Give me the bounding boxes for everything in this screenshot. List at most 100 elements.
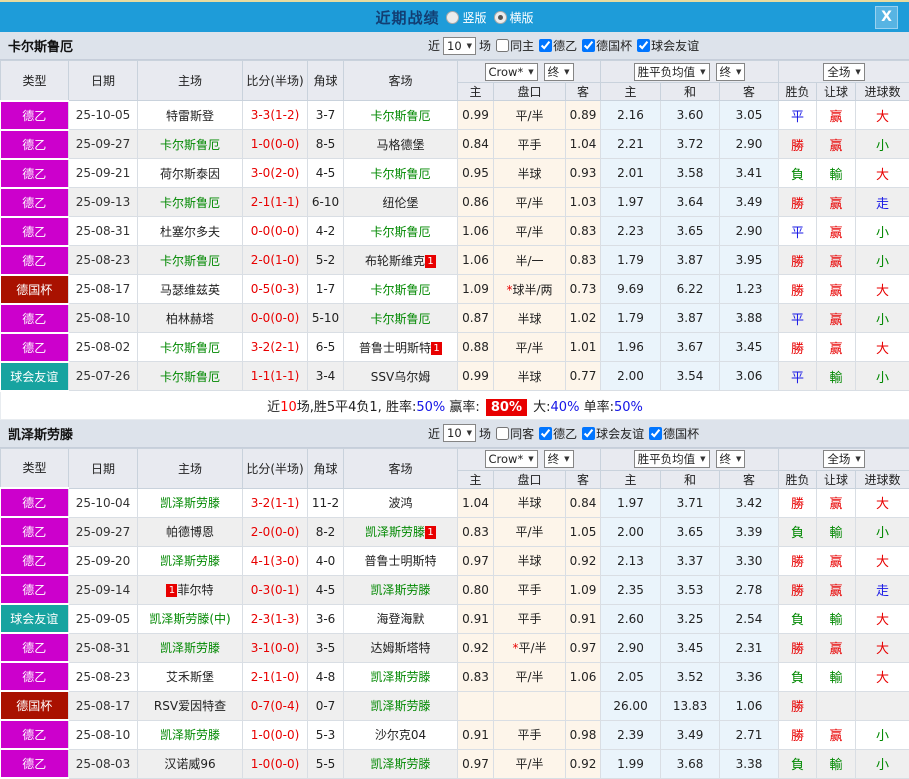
avg-away-cell: 3.30 [720,546,779,575]
avg-away-cell: 2.90 [720,217,779,246]
corners-cell: 5-3 [308,720,344,749]
filter-checkbox[interactable] [582,427,595,440]
scope-select[interactable]: 全场▼ [823,63,864,81]
wdl-result-cell: 勝 [779,275,817,304]
vertical-layout-label[interactable]: 竖版 [462,9,486,26]
select-value: Crow* [489,452,524,466]
column-header: 主场 [138,61,243,101]
filter-item-0[interactable]: 同主 [496,37,534,54]
filter-checkbox[interactable] [637,39,650,52]
filter-item-1[interactable]: 德乙 [539,37,577,54]
away-team-cell: 海登海默 [344,604,458,633]
wdl-result-cell: 勝 [779,575,817,604]
titlebar: 近期战绩 竖版 横版 X [0,2,909,32]
goals-result-cell: 大 [856,275,909,304]
avg-metric-select[interactable]: 胜平负均值▼ [634,450,710,468]
handicap-cell: 平/半 [494,217,566,246]
odds-final-select[interactable]: 终▼ [544,63,574,81]
home-team-cell: 凯泽斯劳滕 [138,546,243,575]
league-type-cell: 德乙 [1,517,69,546]
filter-checkbox[interactable] [539,39,552,52]
goals-result-cell: 大 [856,101,909,130]
avg-draw-cell: 3.54 [661,362,720,391]
filter-checkbox[interactable] [496,427,509,440]
away-odds-cell: 0.77 [566,362,601,391]
column-subheader: 主 [601,470,661,488]
odds-final-select[interactable]: 终▼ [544,450,574,468]
corners-cell: 11-2 [308,488,344,517]
scope-select[interactable]: 全场▼ [823,450,864,468]
home-odds-cell: 0.88 [458,333,494,362]
home-team-cell: 凯泽斯劳滕 [138,720,243,749]
filter-checkbox[interactable] [649,427,662,440]
avg-draw-cell: 3.25 [661,604,720,633]
team-name: 凯泽斯劳滕 [370,670,430,684]
handicap-cell: 平/半 [494,517,566,546]
filter-item-0[interactable]: 同客 [496,425,534,442]
score-cell: 3-2(2-1) [243,333,308,362]
match-row: 德乙25-09-27帕德博恩2-0(0-0)8-2凯泽斯劳滕10.83平/半1.… [1,517,909,546]
column-header: 类型 [1,448,69,488]
away-odds-cell: 1.04 [566,130,601,159]
home-odds-cell: 0.83 [458,517,494,546]
home-team-cell: 凯泽斯劳滕 [138,488,243,517]
avg-final-select[interactable]: 终▼ [716,450,746,468]
avg-draw-cell: 3.72 [661,130,720,159]
score-cell: 0-3(0-1) [243,575,308,604]
home-odds-cell: 0.97 [458,546,494,575]
league-type-cell: 德乙 [1,246,69,275]
goals-result-cell: 小 [856,720,909,749]
match-count-select[interactable]: 10▼ [443,37,476,55]
match-count-select[interactable]: 10▼ [443,424,476,442]
filter-checkbox[interactable] [539,427,552,440]
home-team-cell: 荷尔斯泰因 [138,159,243,188]
filter-checkbox[interactable] [582,39,595,52]
avg-final-select[interactable]: 终▼ [716,63,746,81]
filter-item-3[interactable]: 球会友谊 [637,37,699,54]
team-name: 卡尔斯鲁厄 [160,370,220,384]
home-team-cell: 杜塞尔多夫 [138,217,243,246]
vertical-layout-radio[interactable] [446,11,459,24]
avg-draw-cell: 3.67 [661,333,720,362]
wdl-result-cell: 勝 [779,246,817,275]
horizontal-layout-label[interactable]: 横版 [510,9,534,26]
column-subheader: 客 [566,470,601,488]
horizontal-layout-radio[interactable] [494,11,507,24]
filter-item-1[interactable]: 德乙 [539,425,577,442]
goals-result-cell: 小 [856,362,909,391]
filter-item-2[interactable]: 德国杯 [582,37,632,54]
goals-result-cell: 大 [856,488,909,517]
handicap-cell: 平/半 [494,188,566,217]
handicap-cell: 半球 [494,546,566,575]
score-cell: 3-2(1-1) [243,488,308,517]
wdl-result-cell: 勝 [779,488,817,517]
corners-cell: 4-2 [308,217,344,246]
bookmaker-select[interactable]: Crow*▼ [485,63,538,81]
filter-item-2[interactable]: 球会友谊 [582,425,644,442]
handicap-cell: 半球 [494,304,566,333]
avg-home-cell: 1.99 [601,749,661,778]
filter-checkbox[interactable] [496,39,509,52]
handicap-result-cell: 赢 [817,246,856,275]
team-name: 帕德博恩 [166,525,214,539]
avg-home-cell: 2.13 [601,546,661,575]
filter-item-3[interactable]: 德国杯 [649,425,699,442]
away-team-cell: 普鲁士明斯特 [344,546,458,575]
close-icon[interactable]: X [875,6,898,29]
avg-draw-cell: 3.45 [661,633,720,662]
home-team-cell: 卡尔斯鲁厄 [138,246,243,275]
home-team-cell: 柏林赫塔 [138,304,243,333]
bookmaker-select[interactable]: Crow*▼ [485,450,538,468]
match-row: 球会友谊25-07-26卡尔斯鲁厄1-1(1-1)3-4SSV乌尔姆0.99半球… [1,362,909,391]
away-odds-cell: 0.91 [566,604,601,633]
avg-draw-cell: 3.87 [661,304,720,333]
column-group-header: 胜平负均值▼ 终▼ [601,61,779,83]
score-cell: 1-0(0-0) [243,720,308,749]
away-odds-cell: 1.05 [566,517,601,546]
avg-metric-select[interactable]: 胜平负均值▼ [634,63,710,81]
team-name: 杜塞尔多夫 [160,225,220,239]
recent-results-table: 类型日期主场比分(半场)角球客场Crow*▼终▼胜平负均值▼终▼全场▼主盘口客主… [0,448,909,779]
team-name: 马格德堡 [376,138,424,152]
match-row: 德乙25-09-141菲尔特0-3(0-1)4-5凯泽斯劳滕0.80平手1.09… [1,575,909,604]
home-odds-cell: 0.97 [458,749,494,778]
